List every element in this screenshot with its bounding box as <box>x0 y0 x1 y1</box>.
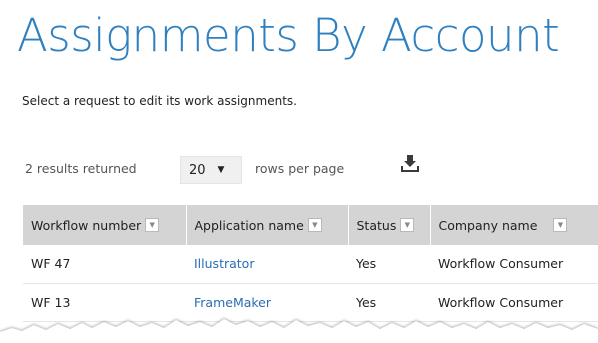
column-header-application-name[interactable]: Application name ▼ <box>186 205 349 245</box>
application-link[interactable]: Illustrator <box>194 256 254 271</box>
download-icon[interactable] <box>400 153 420 173</box>
page-title: Assignments By Account <box>17 9 560 62</box>
page: Assignments By Account Select a request … <box>0 0 598 343</box>
column-label: Workflow number <box>31 217 142 233</box>
column-header-status[interactable]: Status ▼ <box>348 205 431 245</box>
results-count: 2 results returned <box>25 161 137 176</box>
rows-per-page-select[interactable]: 20 ▼ <box>180 156 242 184</box>
column-header-workflow-number[interactable]: Workflow number ▼ <box>23 205 187 245</box>
workflow-number-cell: WF 47 <box>23 245 186 284</box>
filter-dropdown-icon[interactable]: ▼ <box>307 218 322 232</box>
rows-per-page-label: rows per page <box>255 161 345 176</box>
column-label: Status <box>356 217 397 233</box>
status-cell: Yes <box>348 245 430 284</box>
company-name-cell: Workflow Consumer <box>430 245 598 284</box>
rows-per-page-value: 20 <box>189 162 206 178</box>
filter-dropdown-icon[interactable]: ▼ <box>400 218 415 232</box>
table-header-row: Workflow number ▼ Application name ▼ Sta… <box>23 205 598 245</box>
chevron-down-icon: ▼ <box>217 165 225 175</box>
column-label: Company name <box>438 217 538 233</box>
torn-edge-divider <box>0 318 598 343</box>
filter-dropdown-icon[interactable]: ▼ <box>145 218 160 232</box>
column-label: Application name <box>194 217 304 233</box>
table-row[interactable]: WF 47 Illustrator Yes Workflow Consumer <box>23 245 598 284</box>
column-header-company-name[interactable]: Company name ▼ <box>430 205 598 245</box>
filter-dropdown-icon[interactable]: ▼ <box>553 218 568 232</box>
instructions-text: Select a request to edit its work assign… <box>22 94 297 108</box>
